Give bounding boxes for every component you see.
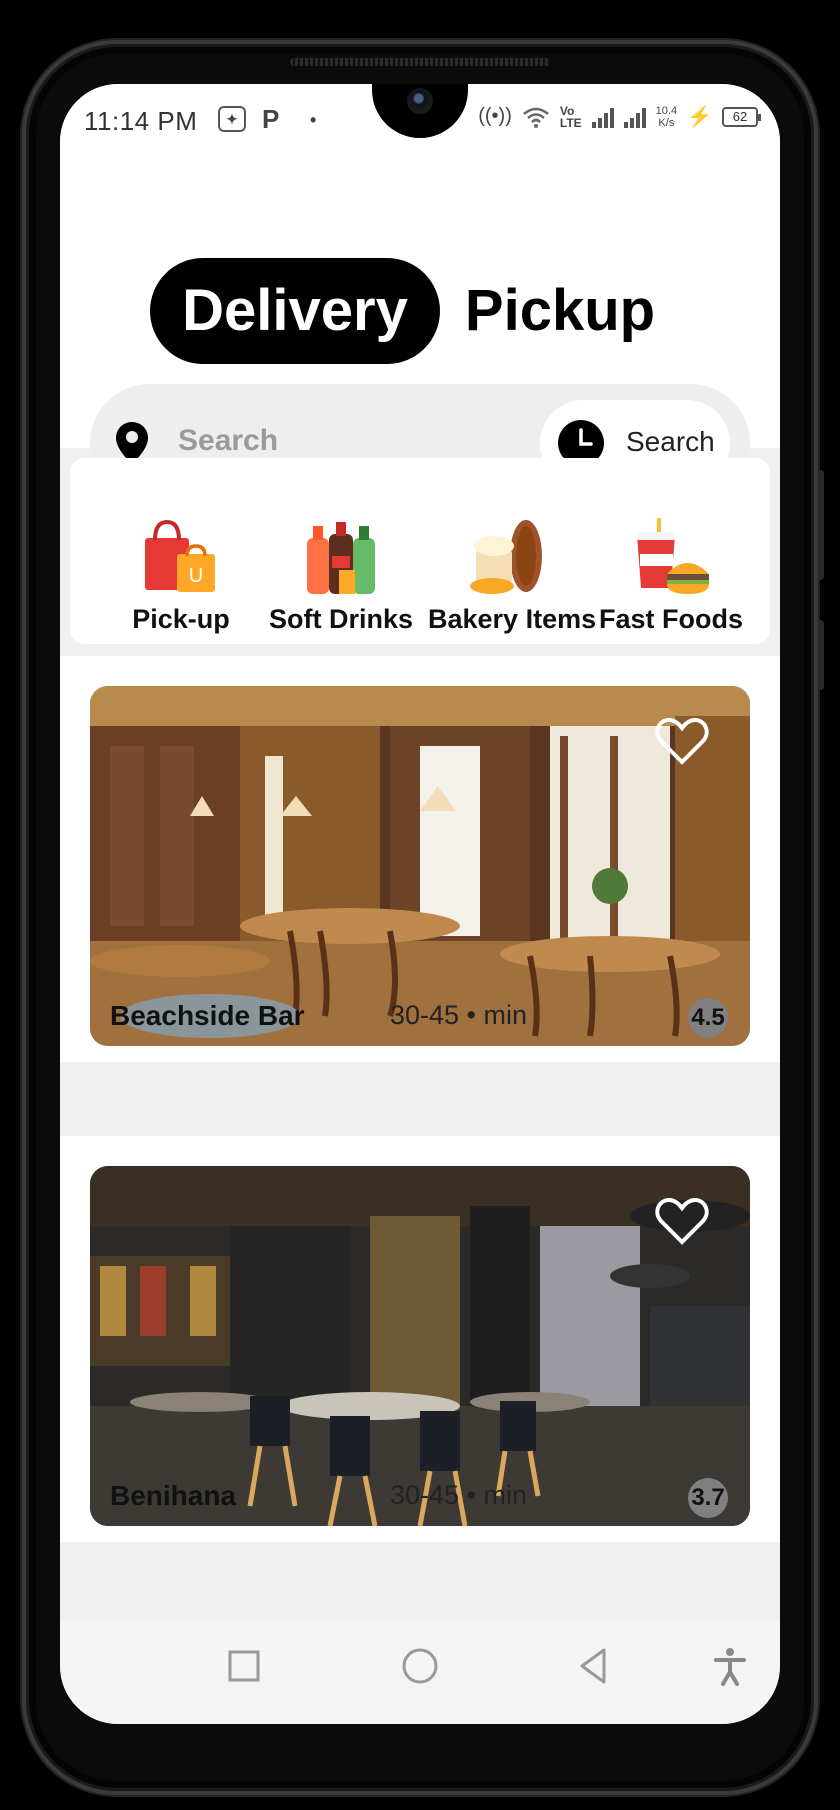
- hotspot-icon: ((•)): [478, 105, 512, 127]
- back-icon[interactable]: [574, 1646, 614, 1686]
- notification-app-icon: ✦: [218, 106, 246, 132]
- volte-top: Vo: [559, 103, 575, 118]
- search-button-label: Search: [626, 426, 715, 457]
- favorite-heart-icon[interactable]: [655, 716, 709, 766]
- restaurant-photo: [90, 686, 750, 1046]
- power-button: [818, 620, 824, 690]
- rating-badge: 4.5: [688, 998, 728, 1038]
- parking-icon: P: [262, 104, 280, 134]
- tab-pickup[interactable]: Pickup: [460, 258, 660, 364]
- delivery-time: 30-45 • min: [390, 1480, 528, 1510]
- wifi-icon: [523, 107, 549, 128]
- delivery-time: 30-45 • min: [390, 1000, 528, 1030]
- category-label: Soft Drinks: [268, 604, 414, 634]
- home-icon[interactable]: [400, 1646, 440, 1686]
- network-speed-unit: K/s: [658, 116, 675, 129]
- favorite-heart-icon[interactable]: [655, 1196, 709, 1246]
- signal-strength-2-icon: [623, 106, 646, 128]
- soft-drinks-icon: [307, 522, 375, 594]
- restaurant-interior-image: [90, 1166, 750, 1526]
- svg-text:U: U: [189, 565, 203, 587]
- app-screen: 11:14 PM ✦ P • ((•)) Vo LTE 10.4 K/s ⚡ 6: [60, 84, 780, 1724]
- category-label: Pick-up: [132, 604, 230, 634]
- earpiece-speaker: [290, 58, 550, 66]
- shopping-bags-icon: U: [145, 519, 215, 592]
- more-notifications-dot: •: [310, 110, 317, 130]
- category-label: Fast Foods: [598, 604, 743, 634]
- restaurant-name: Benihana: [110, 1480, 237, 1511]
- accessibility-icon[interactable]: [710, 1646, 750, 1686]
- system-navigation-bar: [60, 1620, 780, 1724]
- recent-apps-icon[interactable]: [224, 1646, 264, 1686]
- header: Delivery Pickup Search Search: [60, 158, 780, 502]
- volte-bottom: LTE: [559, 115, 582, 130]
- search-input[interactable]: Search: [178, 424, 278, 458]
- restaurant-card[interactable]: Beachside Bar 30-45 • min 4.5: [60, 656, 780, 1062]
- rating-badge: 3.7: [688, 1478, 728, 1518]
- volte-icon: Vo LTE: [560, 105, 582, 129]
- signal-strength-1-icon: [591, 106, 614, 128]
- network-speed-value: 10.4: [655, 104, 678, 117]
- bakery-icon: [470, 520, 542, 594]
- battery-icon: 62: [722, 106, 761, 127]
- charging-icon: ⚡: [687, 106, 712, 128]
- category-label: Bakery Items: [428, 604, 597, 634]
- network-speed: 10.4 K/s: [656, 105, 677, 129]
- restaurant-photo: [90, 1166, 750, 1526]
- status-right-icons: ((•)) Vo LTE 10.4 K/s ⚡ 62: [478, 104, 761, 129]
- front-camera: [407, 88, 433, 114]
- tab-delivery[interactable]: Delivery: [150, 258, 440, 364]
- category-strip: U Pick-up Soft Drinks Bakery Items Fast …: [70, 458, 770, 644]
- volume-button: [818, 470, 824, 580]
- restaurant-name: Beachside Bar: [110, 1000, 305, 1031]
- fast-food-icon: [637, 518, 709, 594]
- restaurant-interior-image: [90, 686, 750, 1046]
- restaurant-card[interactable]: Benihana 30-45 • min 3.7: [60, 1136, 780, 1542]
- status-time: 11:14 PM: [84, 106, 198, 136]
